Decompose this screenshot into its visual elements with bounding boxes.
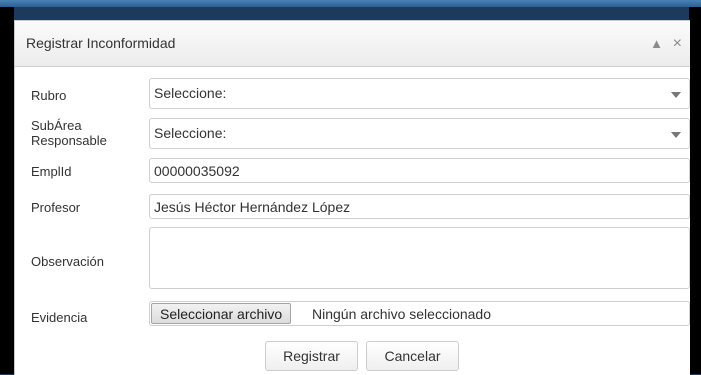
subarea-label-line1: SubÁrea xyxy=(31,118,82,133)
subarea-select[interactable]: Seleccione: xyxy=(149,118,690,149)
rubro-selected-value: Seleccione: xyxy=(154,85,227,101)
app-top-bar xyxy=(0,0,701,7)
subarea-selected-value: Seleccione: xyxy=(154,125,227,141)
file-status-text: Ningún archivo seleccionado xyxy=(312,306,491,322)
profesor-label: Profesor xyxy=(31,200,81,215)
chevron-down-icon xyxy=(671,92,681,98)
profesor-field[interactable]: Jesús Héctor Hernández López xyxy=(149,194,690,219)
subarea-label-line2: Responsable xyxy=(31,133,107,148)
emplid-label: EmplId xyxy=(31,164,72,179)
close-icon[interactable]: × xyxy=(673,35,682,52)
registrar-button[interactable]: Registrar xyxy=(265,341,358,371)
observacion-textarea[interactable] xyxy=(149,227,690,289)
background-right-edge xyxy=(689,7,701,374)
cancelar-button[interactable]: Cancelar xyxy=(366,341,459,371)
dialog-title: Registrar Inconformidad xyxy=(26,35,176,51)
rubro-label: Rubro xyxy=(31,88,67,103)
observacion-label: Observación xyxy=(31,254,104,269)
subarea-label: SubÁrea Responsable xyxy=(31,118,107,148)
registrar-inconformidad-dialog: Registrar Inconformidad ▲ × Rubro Selecc… xyxy=(14,20,690,375)
emplid-field[interactable]: 00000035092 xyxy=(149,158,690,183)
background-left-edge xyxy=(0,7,14,374)
dialog-titlebar[interactable]: Registrar Inconformidad ▲ × xyxy=(15,21,690,67)
chevron-down-icon xyxy=(671,132,681,138)
evidencia-label: Evidencia xyxy=(31,310,88,325)
rubro-select[interactable]: Seleccione: xyxy=(149,78,690,109)
dialog-title-actions: ▲ × xyxy=(644,35,682,53)
evidencia-file-input[interactable]: Seleccionar archivo Ningún archivo selec… xyxy=(149,301,690,326)
collapse-icon[interactable]: ▲ xyxy=(650,36,663,51)
choose-file-button[interactable]: Seleccionar archivo xyxy=(151,303,292,324)
